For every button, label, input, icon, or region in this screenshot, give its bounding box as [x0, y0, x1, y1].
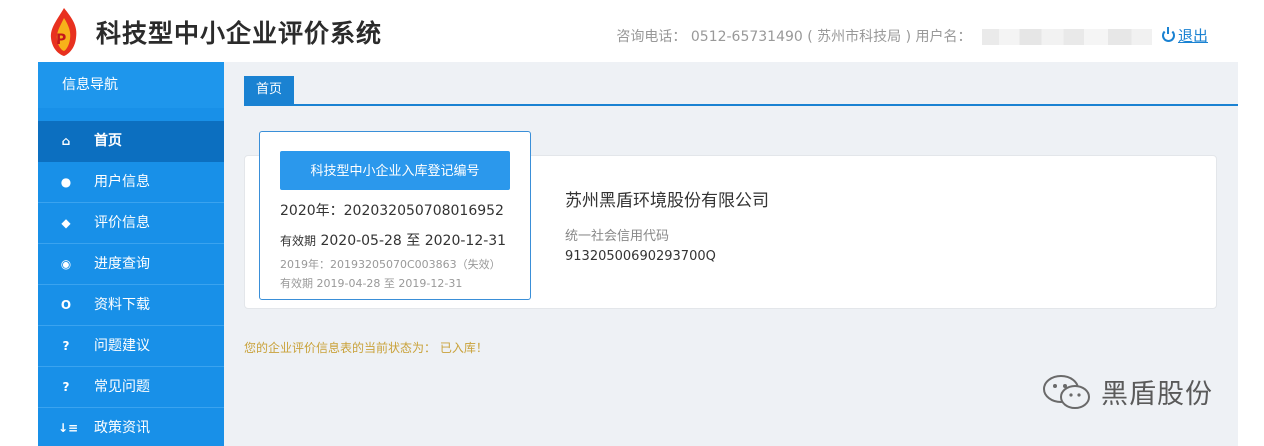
main-content: 首页 科技型中小企业入库登记编号 2020年：20203205070801695… [224, 62, 1238, 446]
home-icon: ⌂ [61, 134, 71, 148]
sidebar-item-label: 常见问题 [94, 379, 150, 395]
registration-2020: 2020年：202032050708016952 [280, 203, 504, 219]
sort-icon: ↓≡ [58, 421, 79, 435]
sidebar-item-evaluation-info[interactable]: ◆ 评价信息 [38, 203, 224, 244]
registration-2019: 2019年：20193205070C003863（失效） [280, 258, 501, 271]
watermark-text: 黑盾股份 [1101, 379, 1213, 410]
credit-code-value: 91320500690293700Q [565, 249, 716, 264]
top-header: P 科技型中小企业评价系统 咨询电话： 0512-65731490 ( 苏州市科… [38, 0, 1238, 62]
hotline-value: 0512-65731490 ( 苏州市科技局 ) [690, 29, 912, 45]
validity-label: 有效期 [280, 234, 317, 248]
eye-icon: ◉ [60, 257, 72, 271]
sidebar-item-progress-query[interactable]: ◉ 进度查询 [38, 244, 224, 285]
system-title: 科技型中小企业评价系统 [96, 19, 383, 48]
registration-number-button[interactable]: 科技型中小企业入库登记编号 [280, 151, 510, 190]
sidebar-item-label: 问题建议 [94, 338, 150, 354]
logout-link[interactable]: 退出 [1161, 25, 1208, 46]
faq-icon: ? [62, 380, 70, 394]
sidebar-item-downloads[interactable]: O 资料下载 [38, 285, 224, 326]
company-name: 苏州黑盾环境股份有限公司 [565, 191, 769, 211]
page: P 科技型中小企业评价系统 咨询电话： 0512-65731490 ( 苏州市科… [0, 0, 1264, 446]
validity-value: 2020-05-28 至 2020-12-31 [316, 233, 507, 249]
power-icon [1161, 27, 1175, 42]
sidebar-item-label: 资料下载 [94, 297, 150, 313]
sidebar-item-label: 用户信息 [94, 174, 150, 190]
nav-gap [38, 108, 224, 121]
registration-box: 科技型中小企业入库登记编号 2020年：202032050708016952 有… [259, 131, 531, 300]
hotline-label: 咨询电话： [616, 29, 687, 45]
nav-heading: 信息导航 [38, 62, 224, 108]
tab-home[interactable]: 首页 [244, 76, 295, 104]
tag-icon: ◆ [61, 216, 71, 230]
flame-logo-icon: P [50, 8, 77, 56]
username-label: 用户名： [915, 29, 972, 45]
validity-2019: 有效期 2019-04-28 至 2019-12-31 [280, 277, 463, 290]
wechat-icon [1043, 375, 1090, 409]
tab-bar: 首页 [244, 76, 1238, 106]
sidebar-item-label: 评价信息 [94, 215, 150, 231]
sidebar-item-suggestions[interactable]: ? 问题建议 [38, 326, 224, 367]
sidebar: 信息导航 ⌂ 首页 ● 用户信息 ◆ 评价信息 ◉ 进度查询 O 资料下载 ? … [38, 62, 224, 446]
credit-code-label: 统一社会信用代码 [565, 229, 670, 244]
header-info: 咨询电话： 0512-65731490 ( 苏州市科技局 ) 用户名： [616, 26, 1152, 46]
sidebar-item-label: 政策资讯 [94, 420, 150, 436]
sidebar-item-label: 首页 [94, 133, 122, 149]
user-icon: ● [60, 175, 72, 189]
username-redacted [982, 29, 1152, 45]
svg-text:P: P [56, 32, 66, 48]
validity-2020: 有效期 2020-05-28 至 2020-12-31 [280, 230, 506, 250]
sidebar-item-home[interactable]: ⌂ 首页 [38, 121, 224, 162]
download-icon: O [60, 298, 72, 312]
sidebar-item-faq[interactable]: ? 常见问题 [38, 367, 224, 408]
status-message: 您的企业评价信息表的当前状态为： 已入库！ [244, 341, 488, 355]
logout-label: 退出 [1177, 27, 1208, 45]
sidebar-item-label: 进度查询 [94, 256, 150, 272]
sidebar-item-user-info[interactable]: ● 用户信息 [38, 162, 224, 203]
sidebar-item-policy-news[interactable]: ↓≡ 政策资讯 [38, 408, 224, 446]
question-icon: ? [62, 339, 70, 353]
